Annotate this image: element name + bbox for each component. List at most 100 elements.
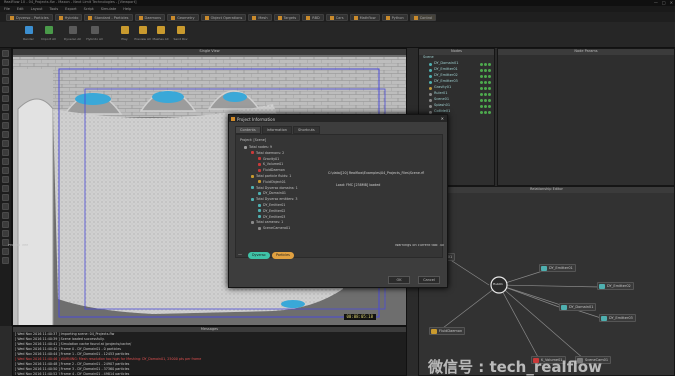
status-dot-icon[interactable] <box>484 92 487 96</box>
shelf-tab[interactable]: Standard - Particles <box>84 14 133 21</box>
status-dot-icon[interactable] <box>488 92 491 96</box>
visibility-icons[interactable] <box>480 104 494 108</box>
status-dot-icon[interactable] <box>488 110 491 114</box>
visibility-icons[interactable] <box>480 86 494 90</box>
left-tool-icon[interactable] <box>2 86 9 93</box>
dialog-titlebar[interactable]: Project Information ✕ <box>229 115 447 122</box>
graph-node[interactable]: DY_Domain01 <box>559 303 597 311</box>
tool-button[interactable]: Play <box>116 26 133 41</box>
status-dot-icon[interactable] <box>480 80 483 84</box>
left-tool-icon[interactable] <box>2 122 9 129</box>
graph-node[interactable]: DY_Emitter01 <box>539 264 576 272</box>
tree-item[interactable]: FluidDaemon <box>258 168 285 172</box>
tree-item[interactable]: DY_Domain01 <box>258 191 286 195</box>
tree-item[interactable]: DY_Emitter02 <box>258 209 285 213</box>
left-tool-icon[interactable] <box>2 77 9 84</box>
status-dot-icon[interactable] <box>488 74 491 78</box>
tree-item[interactable]: FluidObject01 <box>258 180 286 184</box>
status-dot-icon[interactable] <box>480 62 483 66</box>
shelf-tab[interactable]: RBD <box>302 14 324 21</box>
cancel-button[interactable]: Cancel <box>418 276 440 284</box>
left-tool-icon[interactable] <box>2 248 9 255</box>
status-dot-icon[interactable] <box>480 68 483 72</box>
left-tool-icon[interactable] <box>2 194 9 201</box>
status-dot-icon[interactable] <box>484 62 487 66</box>
shelf-tab[interactable]: Targets <box>273 14 301 21</box>
tree-item[interactable]: Total daemons: 2 <box>251 151 284 155</box>
tab-shortcuts[interactable]: Shortcuts <box>293 126 320 134</box>
tool-button[interactable]: Send Rov <box>172 26 189 41</box>
shelf-tab[interactable]: Hybrido <box>54 14 83 21</box>
tool-button[interactable]: Render <box>20 26 37 41</box>
status-dot-icon[interactable] <box>480 98 483 102</box>
left-tool-icon[interactable] <box>2 140 9 147</box>
shelf-tab[interactable]: Python <box>381 14 408 21</box>
tool-button[interactable]: Preview All <box>134 26 151 41</box>
tree-item[interactable]: Total particle fluids: 1 <box>251 174 291 178</box>
status-dot-icon[interactable] <box>480 92 483 96</box>
status-dot-icon[interactable] <box>488 86 491 90</box>
shelf-tab[interactable]: Cars <box>325 14 348 21</box>
left-tool-icon[interactable] <box>2 113 9 120</box>
left-tool-icon[interactable] <box>2 257 9 264</box>
left-tool-icon[interactable] <box>2 50 9 57</box>
visibility-icons[interactable] <box>480 80 494 84</box>
shelf-tab[interactable]: Geometry <box>167 14 199 21</box>
pill-particles[interactable]: Particles <box>272 252 294 259</box>
visibility-icons[interactable] <box>480 74 494 78</box>
left-tool-icon[interactable] <box>2 203 9 210</box>
visibility-icons[interactable] <box>480 62 494 66</box>
status-dot-icon[interactable] <box>484 80 487 84</box>
tree-item[interactable]: DY_Emitter01 <box>258 203 285 207</box>
tool-button[interactable]: Hybrido All <box>86 26 103 41</box>
visibility-icons[interactable] <box>480 68 494 72</box>
status-dot-icon[interactable] <box>480 104 483 108</box>
tree-item[interactable]: Total Dyverso emitters: 3 <box>251 197 297 201</box>
pill-dyverso[interactable]: Dyverso <box>248 252 270 259</box>
tool-button[interactable]: Dyverso All <box>64 26 81 41</box>
status-dot-icon[interactable] <box>480 110 483 114</box>
tab-information[interactable]: Information <box>261 126 293 134</box>
status-dot-icon[interactable] <box>480 74 483 78</box>
status-dot-icon[interactable] <box>484 110 487 114</box>
relationship-editor[interactable]: Relationship Editor Hub01 Gravity01DY_Em… <box>418 186 675 376</box>
tree-item[interactable]: DY_Emitter03 <box>258 215 285 219</box>
status-dot-icon[interactable] <box>484 86 487 90</box>
tree-item[interactable]: Gravity01 <box>258 157 279 161</box>
status-dot-icon[interactable] <box>484 68 487 72</box>
status-dot-icon[interactable] <box>488 80 491 84</box>
shelf-tab[interactable]: Mathflow <box>349 14 380 21</box>
close-icon[interactable]: ✕ <box>441 116 444 121</box>
status-dot-icon[interactable] <box>480 86 483 90</box>
left-tool-icon[interactable] <box>2 59 9 66</box>
left-tool-icon[interactable] <box>2 149 9 156</box>
shelf-tab[interactable]: Mesh <box>248 14 272 21</box>
tool-button[interactable]: Meshes All <box>152 26 169 41</box>
visibility-icons[interactable] <box>480 110 494 114</box>
left-tool-icon[interactable] <box>2 212 9 219</box>
status-dot-icon[interactable] <box>484 104 487 108</box>
ok-button[interactable]: OK <box>388 276 410 284</box>
left-tool-icon[interactable] <box>2 230 9 237</box>
left-tool-icon[interactable] <box>2 131 9 138</box>
status-dot-icon[interactable] <box>488 104 491 108</box>
status-dot-icon[interactable] <box>488 68 491 72</box>
tree-item[interactable]: Total nodes: 9 <box>244 145 272 149</box>
dialog-tree-view[interactable]: Project: [Scene] Total nodes: 9 Total dae… <box>235 134 443 258</box>
shelf-tab[interactable]: Control <box>409 14 437 21</box>
tab-contents[interactable]: Contents <box>235 126 261 134</box>
visibility-icons[interactable] <box>480 98 494 102</box>
graph-node[interactable]: DY_Emitter03 <box>599 314 636 322</box>
tree-item[interactable]: Total cameras: 1 <box>251 220 283 224</box>
left-tool-icon[interactable] <box>2 68 9 75</box>
visibility-icons[interactable] <box>480 92 494 96</box>
tool-button[interactable]: Import All <box>40 26 57 41</box>
status-dot-icon[interactable] <box>488 98 491 102</box>
left-tool-icon[interactable] <box>2 176 9 183</box>
left-tool-icon[interactable] <box>2 185 9 192</box>
left-tool-icon[interactable] <box>2 167 9 174</box>
left-tool-icon[interactable] <box>2 95 9 102</box>
left-tool-icon[interactable] <box>2 221 9 228</box>
status-dot-icon[interactable] <box>488 62 491 66</box>
left-tool-icon[interactable] <box>2 104 9 111</box>
